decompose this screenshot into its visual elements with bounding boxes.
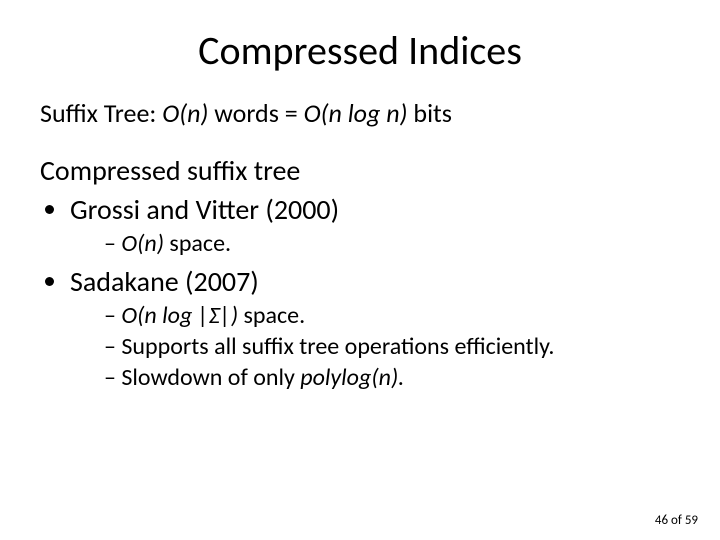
polylog: polylog(n). (300, 363, 404, 392)
page-number: 46 of 59 (655, 513, 698, 528)
slide-title: Compressed Indices (40, 26, 680, 75)
page-of: of (668, 513, 685, 528)
sub-item: Supports all suffix tree operations effi… (104, 332, 680, 361)
text: words = (208, 97, 303, 129)
sub-list: O(n log |Σ|) space. Supports all suffix … (70, 301, 680, 392)
section-heading: Compressed suffix tree (40, 153, 680, 188)
text: Slowdown of only (121, 363, 300, 392)
bullet-list: Grossi and Vitter (2000) O(n) space. Sad… (40, 192, 680, 392)
sub-item: O(n) space. (104, 229, 680, 258)
text: Suffix Tree: (40, 97, 162, 129)
page-current: 46 (655, 513, 668, 528)
big-o: O(n log |Σ|) (121, 301, 238, 330)
bullet-item: Sadakane (2007) O(n log |Σ|) space. Supp… (70, 264, 680, 392)
sub-item: O(n log |Σ|) space. (104, 301, 680, 330)
big-o-nlogn: O(n log n) (304, 97, 408, 129)
sub-list: O(n) space. (70, 229, 680, 258)
suffix-tree-line: Suffix Tree: O(n) words = O(n log n) bit… (40, 97, 680, 129)
bullet-text: Grossi and Vitter (2000) (70, 192, 339, 227)
bullet-text: Sadakane (2007) (70, 264, 259, 299)
text: space. (164, 229, 231, 258)
page-total: 59 (685, 513, 698, 528)
big-o-n: O(n) (162, 97, 208, 129)
bullet-item: Grossi and Vitter (2000) O(n) space. (70, 192, 680, 258)
slide: Compressed Indices Suffix Tree: O(n) wor… (0, 0, 720, 540)
text: bits (408, 97, 452, 129)
big-o: O(n) (121, 229, 164, 258)
sub-item: Slowdown of only polylog(n). (104, 363, 680, 392)
text: space. (238, 301, 305, 330)
